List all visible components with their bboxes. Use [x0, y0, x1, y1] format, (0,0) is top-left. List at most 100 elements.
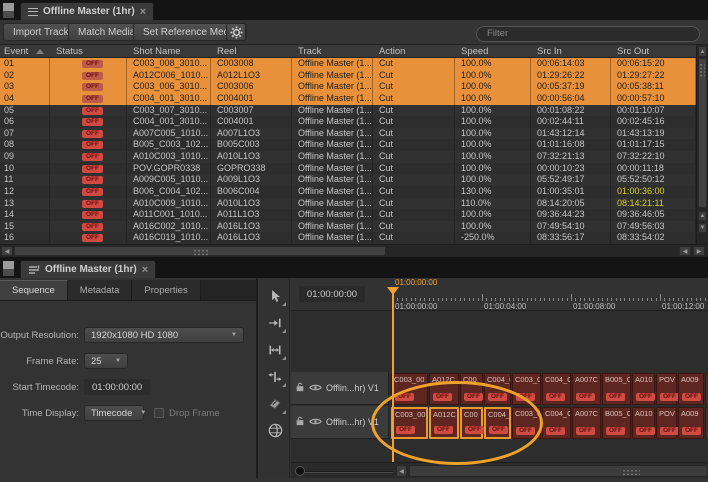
trim-tool-button[interactable] — [262, 337, 288, 362]
table-row[interactable]: 01 OFF C003_008_3010... C003008 Offline … — [0, 58, 696, 70]
gear-icon — [230, 26, 243, 39]
column-header-speed[interactable]: Speed — [455, 45, 531, 57]
panel-corner-icon[interactable] — [3, 3, 14, 18]
table-header: Event Status Shot Name Reel Track Action… — [0, 45, 696, 58]
close-icon[interactable]: × — [142, 265, 148, 275]
time-display-dropdown[interactable]: Timecode▼ — [84, 405, 144, 421]
shot-name-cell: A016C019_1010... — [127, 232, 211, 244]
output-resolution-dropdown[interactable]: 1920x1080 HD 1080▼ — [84, 327, 244, 343]
vertical-scrollbar[interactable]: ▲ ▲ ▼ — [696, 45, 708, 244]
timeline-clip[interactable]: A007COFF — [572, 373, 601, 405]
timeline-clip[interactable]: A009OFF — [678, 407, 704, 439]
chevron-down-icon: ▼ — [140, 410, 146, 416]
table-row[interactable]: 16 OFF A016C019_1010... A016L1O3 Offline… — [0, 232, 696, 244]
scroll-right-button[interactable]: ▶ — [693, 246, 705, 256]
razor-tool-button[interactable] — [262, 391, 288, 416]
column-header-reel[interactable]: Reel — [211, 45, 292, 57]
drop-frame-checkbox[interactable] — [154, 408, 164, 418]
timeline-clip[interactable]: B005_COFF — [602, 407, 631, 439]
visibility-icon[interactable] — [309, 413, 322, 431]
table-row[interactable]: 07 OFF A007C005_1010... A007L1O3 Offline… — [0, 128, 696, 140]
tab-sequence[interactable]: Sequence — [0, 280, 68, 300]
timeline-clip[interactable]: C004_COFF — [542, 407, 571, 439]
scroll-left-button[interactable]: ◀ — [396, 465, 407, 477]
column-header-event[interactable]: Event — [0, 45, 50, 57]
table-row[interactable]: 02 OFF A012C006_1010... A012L1O3 Offline… — [0, 70, 696, 82]
column-header-shot-name[interactable]: Shot Name — [127, 45, 211, 57]
vertical-scrollbar-thumb[interactable] — [698, 58, 707, 208]
timeline-clip[interactable]: POVOFF — [656, 407, 677, 439]
column-header-src-out[interactable]: Src Out — [611, 45, 696, 57]
table-row[interactable]: 13 OFF A010C009_1010... A010L1O3 Offline… — [0, 198, 696, 210]
track-cell: Offline Master (1... — [292, 221, 373, 233]
src-out-cell: 01:43:13:19 — [611, 128, 696, 140]
scroll-up-button[interactable]: ▲ — [698, 46, 707, 57]
column-header-track[interactable]: Track — [292, 45, 373, 57]
table-row[interactable]: 15 OFF A016C002_1010... A016L1O3 Offline… — [0, 221, 696, 233]
panel-corner-icon[interactable] — [3, 261, 14, 276]
lock-icon[interactable] — [295, 413, 305, 431]
clip-status-badge: OFF — [606, 427, 625, 435]
scroll-up-button-2[interactable]: ▲ — [698, 211, 707, 221]
timeline-scrollbar[interactable]: ◀ — [291, 462, 708, 478]
timeline-clip[interactable]: POVOFF — [656, 373, 677, 405]
status-badge: OFF — [82, 95, 103, 103]
shot-name-cell: A009C005_1010... — [127, 174, 211, 186]
tab-properties[interactable]: Properties — [132, 280, 200, 300]
status-badge: OFF — [82, 83, 103, 91]
table-row[interactable]: 14 OFF A011C001_1010... A011L1O3 Offline… — [0, 209, 696, 221]
insert-tool-button[interactable] — [262, 310, 288, 335]
start-timecode-field[interactable]: 01:00:00:00 — [84, 379, 150, 395]
action-cell: Cut — [373, 81, 455, 93]
timeline-clip[interactable]: A007COFF — [572, 407, 601, 439]
table-row[interactable]: 12 OFF B006_C004_102... B006C004 Offline… — [0, 186, 696, 198]
track-header[interactable]: Offlin...hr) V1 — [291, 372, 389, 405]
scrollbar-grip — [622, 469, 640, 477]
column-header-status[interactable]: Status — [50, 45, 127, 57]
frame-rate-dropdown[interactable]: 25▼ — [84, 353, 128, 369]
filter-input[interactable] — [476, 26, 700, 42]
event-cell: 15 — [0, 221, 50, 233]
tab-title: Offline Master (1hr) — [45, 264, 137, 275]
tab-metadata[interactable]: Metadata — [68, 280, 133, 300]
slip-slide-tool-button[interactable] — [262, 364, 288, 389]
visibility-icon[interactable] — [309, 379, 322, 397]
tab-offline-master-bottom[interactable]: Offline Master (1hr) × — [20, 260, 156, 278]
timeline-clip[interactable]: A010OFF — [632, 407, 655, 439]
timeline-clip[interactable]: A010OFF — [632, 373, 655, 405]
status-cell: OFF — [50, 186, 127, 198]
zoom-slider-knob[interactable] — [295, 466, 305, 476]
table-row[interactable]: 11 OFF A009C005_1010... A009L1O3 Offline… — [0, 174, 696, 186]
horizontal-scrollbar[interactable]: ◀ ◀ ▶ — [0, 244, 708, 257]
timeline-scrollbar-thumb[interactable] — [409, 465, 708, 477]
settings-button[interactable] — [226, 23, 246, 41]
navigate-tool-button[interactable] — [262, 418, 288, 443]
action-cell: Cut — [373, 93, 455, 105]
src-in-cell: 00:00:56:04 — [531, 93, 611, 105]
table-row[interactable]: 05 OFF C003_007_3010... C003007 Offline … — [0, 105, 696, 117]
column-header-src-in[interactable]: Src In — [531, 45, 611, 57]
scroll-left-button[interactable]: ◀ — [1, 246, 13, 256]
tab-offline-master-top[interactable]: Offline Master (1hr) × — [20, 2, 154, 20]
current-timecode-display[interactable]: 01:00:00:00 — [299, 286, 365, 302]
select-tool-button[interactable] — [262, 283, 288, 308]
timeline-clip[interactable]: A009OFF — [678, 373, 704, 405]
table-row[interactable]: 09 OFF A010C003_1010... A010L1O3 Offline… — [0, 151, 696, 163]
table-row[interactable]: 06 OFF C004_001_3010... C004001 Offline … — [0, 116, 696, 128]
track-cell: Offline Master (1... — [292, 232, 373, 244]
scroll-down-button[interactable]: ▼ — [698, 223, 707, 233]
lock-icon[interactable] — [295, 379, 305, 397]
track-cell: Offline Master (1... — [292, 81, 373, 93]
table-row[interactable]: 08 OFF B005_C003_102... B005C003 Offline… — [0, 139, 696, 151]
column-header-action[interactable]: Action — [373, 45, 455, 57]
timeline-clip[interactable]: C004_COFF — [542, 373, 571, 405]
table-row[interactable]: 03 OFF C003_006_3010... C003006 Offline … — [0, 81, 696, 93]
table-row[interactable]: 04 OFF C004_001_3010... C004001 Offline … — [0, 93, 696, 105]
table-row[interactable]: 10 OFF POV.GOPR0338 GOPRO338 Offline Mas… — [0, 163, 696, 175]
horizontal-scrollbar-thumb[interactable] — [14, 246, 386, 256]
src-out-cell: 01:01:17:15 — [611, 139, 696, 151]
close-icon[interactable]: × — [140, 7, 146, 17]
timeline-clip[interactable]: B005_COFF — [602, 373, 631, 405]
scroll-left-button-2[interactable]: ◀ — [679, 246, 691, 256]
timeline-ruler[interactable]: 01:00:00:00 01:00:00:00 01:00:00:0001:00… — [291, 278, 708, 311]
